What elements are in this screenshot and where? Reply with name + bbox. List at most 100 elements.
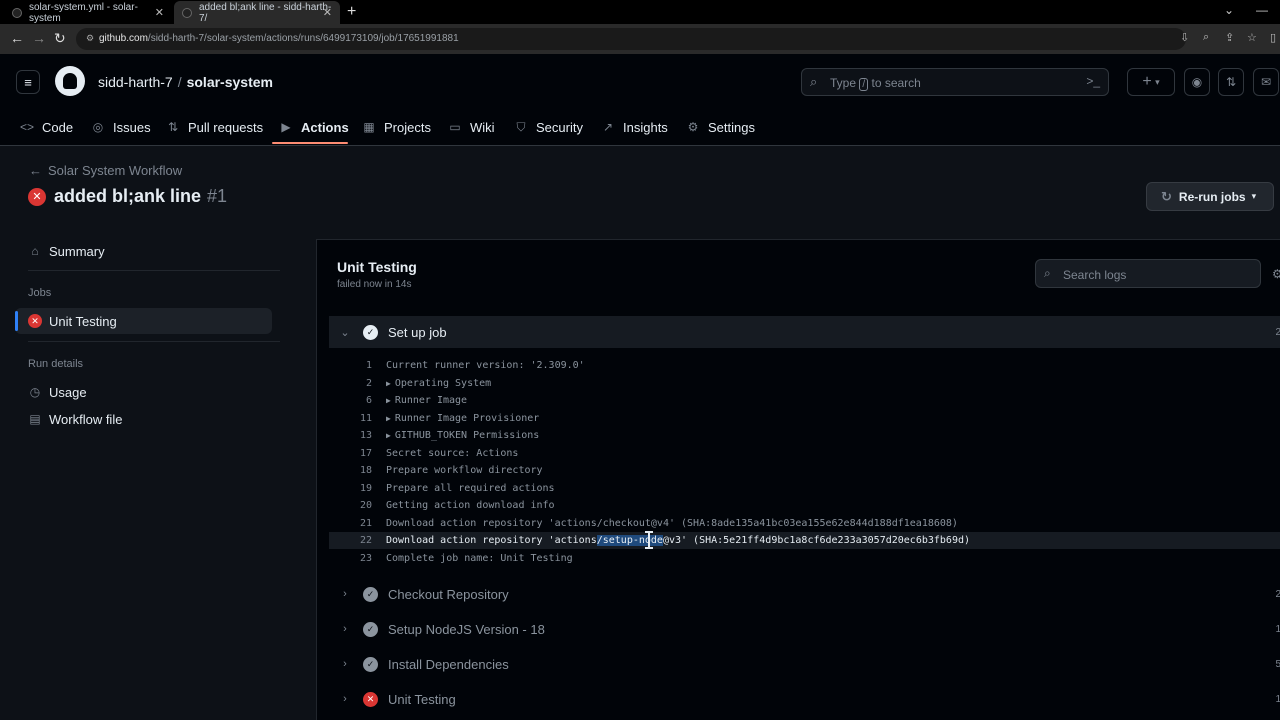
zoom-icon[interactable]: ⌕ (1203, 31, 1209, 44)
tab-actions[interactable]: ▶ Actions (279, 116, 348, 138)
close-tab-icon[interactable]: ✕ (323, 6, 332, 19)
sidebar-item-workflow-file[interactable]: ▤ Workflow file (15, 406, 272, 432)
rerun-jobs-button[interactable]: ↻ Re-run jobs ▾ (1146, 182, 1274, 211)
tab-issues[interactable]: ◎ Issues (91, 116, 151, 138)
sidebar-item-unit-testing[interactable]: ✕ Unit Testing (15, 308, 272, 334)
failed-status-icon: ✕ (28, 314, 42, 328)
log-line[interactable]: 23 Complete job name: Unit Testing (329, 550, 1280, 567)
pull-requests-icon[interactable]: ⇅ (1218, 68, 1244, 96)
repo-breadcrumb: sidd-harth-7/ solar-system (98, 74, 273, 90)
repo-link[interactable]: solar-system (187, 74, 273, 90)
log-line[interactable]: 21 Download action repository 'actions/ch… (329, 515, 1280, 532)
forward-arrow-icon[interactable]: → (32, 30, 46, 46)
back-arrow-icon[interactable]: ← (10, 30, 24, 46)
workflow-back-link[interactable]: ← Solar System Workflow (29, 163, 182, 178)
run-title-text: added bl;ank line (54, 186, 202, 206)
close-tab-icon[interactable]: ✕ (155, 6, 164, 19)
menu-icon[interactable]: ≡ (16, 70, 40, 94)
minimize-icon[interactable]: — (1256, 3, 1268, 17)
browser-tab-title: solar-system.yml - solar-system (29, 1, 138, 24)
search-input[interactable]: ⌕ Type / to search >_ (801, 68, 1109, 96)
sidebar-item-usage[interactable]: ◷ Usage (15, 379, 272, 405)
tab-insights[interactable]: ↗ Insights (601, 116, 668, 138)
chevron-down-icon: ▾ (1251, 191, 1257, 201)
site-info-icon[interactable]: ⚙ (86, 33, 95, 44)
step-set-up-job[interactable]: ⌄ ✓ Set up job 2 (329, 316, 1280, 348)
tab-settings[interactable]: ⚙ Settings (686, 116, 755, 138)
issues-icon[interactable]: ◉ (1184, 68, 1210, 96)
share-icon[interactable]: ⇪ (1225, 31, 1234, 44)
step-checkout-repository[interactable]: › ✓ Checkout Repository 2 (329, 578, 1280, 610)
chevron-right-icon: › (343, 623, 347, 635)
breadcrumb-separator: / (177, 74, 182, 90)
browser-tab[interactable]: solar-system.yml - solar-system ✕ (4, 1, 172, 24)
github-header: ≡ sidd-harth-7/ solar-system ⌕ Type / to … (0, 54, 1280, 146)
success-check-icon: ✓ (363, 324, 378, 340)
search-placeholder: Type / to search (830, 76, 921, 91)
tab-security[interactable]: ⛉ Security (514, 116, 582, 138)
gear-icon: ⚙ (687, 120, 699, 134)
tab-search-icon[interactable]: ⌄ (1224, 3, 1234, 17)
file-icon: ▤ (29, 412, 41, 426)
log-line[interactable]: 20 Getting action download info (329, 497, 1280, 514)
stopwatch-icon: ◷ (29, 385, 41, 399)
bookmark-star-icon[interactable]: ☆ (1247, 31, 1257, 44)
repo-nav: <> Code ◎ Issues ⇅ Pull requests ▶ Actions ▦… (0, 112, 1280, 146)
log-line[interactable]: 11 ▶ Runner Image Provisioner (329, 410, 1280, 427)
arrow-left-icon: ← (29, 163, 42, 178)
failed-status-icon: ✕ (28, 187, 46, 206)
command-palette-icon[interactable]: >_ (1086, 74, 1100, 88)
step-unit-testing[interactable]: › ✕ Unit Testing 1 (329, 683, 1280, 715)
step-install-dependencies[interactable]: › ✓ Install Dependencies 5 (329, 648, 1280, 680)
sidebar-item-summary[interactable]: ⌂ Summary (15, 238, 272, 264)
caret-right-icon[interactable]: ▶ (386, 431, 391, 440)
log-line[interactable]: 13 ▶ GITHUB_TOKEN Permissions (329, 427, 1280, 444)
log-line[interactable]: 2 ▶ Operating System (329, 375, 1280, 392)
sync-icon: ↻ (1161, 188, 1172, 204)
log-line-highlighted[interactable]: 22 Download action repository 'actions/s… (329, 532, 1280, 549)
log-line[interactable]: 1 Current runner version: '2.309.0' (329, 357, 1280, 374)
browser-tab-title: added bl;ank line - sidd-harth-7/ (199, 1, 332, 24)
gear-icon[interactable]: ⚙ (1272, 267, 1280, 281)
caret-right-icon[interactable]: ▶ (386, 379, 391, 388)
github-favicon-icon (182, 7, 192, 18)
job-title: Unit Testing (337, 259, 417, 275)
log-line[interactable]: 6 ▶ Runner Image (329, 392, 1280, 409)
tab-wiki[interactable]: ▭ Wiki (448, 116, 494, 138)
tab-projects[interactable]: ▦ Projects (362, 116, 431, 138)
chevron-right-icon: › (343, 693, 347, 705)
log-line[interactable]: 17 Secret source: Actions (329, 445, 1280, 462)
address-bar[interactable]: ⚙ github.com/sidd-harth-7/solar-system/a… (76, 28, 1186, 50)
jobs-heading: Jobs (28, 287, 52, 299)
step-setup-nodejs[interactable]: › ✓ Setup NodeJS Version - 18 1 (329, 613, 1280, 645)
success-check-icon: ✓ (363, 656, 378, 672)
install-app-icon[interactable]: ⇩ (1180, 31, 1189, 44)
success-check-icon: ✓ (363, 586, 378, 602)
search-icon: ⌕ (1044, 266, 1051, 280)
code-icon: <> (20, 120, 35, 134)
new-tab-icon[interactable]: + (347, 3, 356, 21)
chevron-right-icon: › (343, 588, 347, 600)
browser-toolbar: ← → ↻ ⚙ github.com/sidd-harth-7/solar-sy… (0, 24, 1280, 54)
log-line[interactable]: 19 Prepare all required actions (329, 480, 1280, 497)
tab-code[interactable]: <> Code (20, 116, 73, 138)
job-status-text: failed now in 14s (337, 279, 412, 290)
inbox-icon[interactable]: ✉ (1253, 68, 1279, 96)
search-logs-input[interactable]: ⌕ Search logs (1035, 259, 1261, 288)
create-new-button[interactable]: + ▾ (1127, 68, 1175, 96)
owner-link[interactable]: sidd-harth-7 (98, 74, 173, 90)
success-check-icon: ✓ (363, 621, 378, 637)
tab-pull-requests[interactable]: ⇅ Pull requests (166, 116, 263, 138)
browser-tab-active[interactable]: added bl;ank line - sidd-harth-7/ ✕ (174, 1, 340, 24)
pull-request-icon: ⇅ (167, 120, 179, 134)
reload-icon[interactable]: ↻ (54, 30, 66, 47)
sidebar-divider (28, 341, 280, 342)
github-logo-icon[interactable] (55, 66, 85, 96)
sidebar-divider (28, 270, 280, 271)
caret-right-icon[interactable]: ▶ (386, 396, 391, 405)
sidebar-icon[interactable]: ▯ (1270, 31, 1276, 44)
book-icon: ▭ (449, 120, 461, 134)
browser-tab-bar: solar-system.yml - solar-system ✕ added … (0, 0, 1280, 24)
caret-right-icon[interactable]: ▶ (386, 414, 391, 423)
log-line[interactable]: 18 Prepare workflow directory (329, 462, 1280, 479)
